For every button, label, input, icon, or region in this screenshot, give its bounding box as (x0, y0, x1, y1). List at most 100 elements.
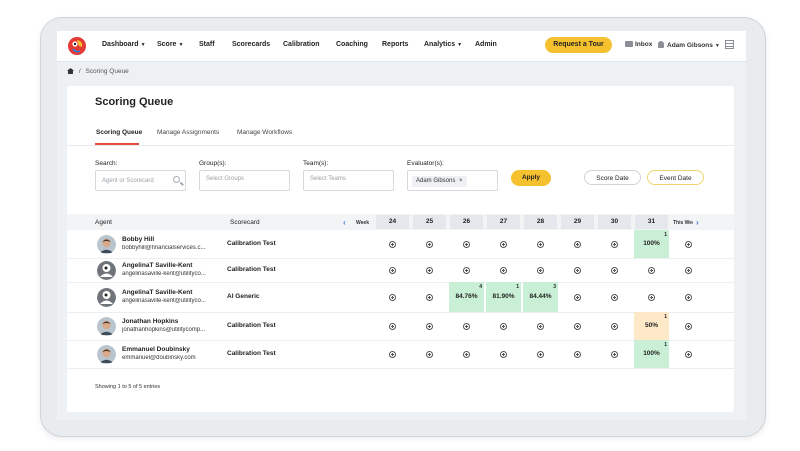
search-input[interactable]: Agent or Scorecard (95, 170, 186, 191)
add-score-icon[interactable] (463, 350, 470, 358)
avatar (97, 287, 116, 307)
add-score-icon[interactable] (574, 322, 581, 330)
day-column-header: 27 (487, 215, 520, 229)
table-row: Bobby Hill bobbyhill@financialservices.c.… (67, 230, 734, 259)
next-week-arrow-icon[interactable]: › (696, 218, 699, 227)
add-score-icon[interactable] (685, 350, 692, 358)
add-score-icon[interactable] (648, 293, 655, 301)
nav-item-label: Staff (199, 41, 215, 48)
search-label: Search: (95, 160, 118, 167)
add-score-icon[interactable] (500, 266, 507, 274)
agent-name[interactable]: Bobby Hill (122, 236, 154, 243)
agent-name[interactable]: Jonathan Hopkins (122, 318, 178, 325)
groups-select[interactable]: Select Groups (199, 170, 290, 191)
nav-item-admin[interactable]: Admin (475, 41, 497, 48)
add-score-icon[interactable] (537, 350, 544, 358)
week-label: Week (356, 220, 369, 226)
add-score-icon[interactable] (389, 240, 396, 248)
evaluator-chip: Adam Gibsons × (412, 176, 467, 187)
agent-name[interactable]: AngelinaT Saville-Kent (122, 262, 192, 269)
nav-item-scorecards[interactable]: Scorecards (232, 41, 270, 48)
add-score-icon[interactable] (611, 293, 618, 301)
score-cell[interactable]: 100% 1 (634, 230, 669, 258)
add-score-icon[interactable] (685, 266, 692, 274)
add-score-icon[interactable] (648, 266, 655, 274)
add-score-icon[interactable] (426, 266, 433, 274)
day-column-header: 25 (413, 215, 446, 229)
add-score-icon[interactable] (611, 322, 618, 330)
chevron-down-icon: ▼ (140, 42, 146, 48)
chip-remove-icon[interactable]: × (459, 178, 463, 184)
evaluation-count-badge: 1 (664, 342, 667, 348)
user-menu[interactable]: Adam Gibsons ▼ (658, 41, 720, 49)
search-icon[interactable] (173, 176, 180, 183)
nav-item-reports[interactable]: Reports (382, 41, 408, 48)
nav-item-staff[interactable]: Staff (199, 41, 215, 48)
agent-name[interactable]: Emmanuel Doubinsky (122, 346, 190, 353)
nav-item-score[interactable]: Score ▼ (157, 41, 183, 48)
nav-item-label: Dashboard (102, 41, 139, 48)
evaluation-count-badge: 3 (553, 284, 556, 290)
add-score-icon[interactable] (426, 350, 433, 358)
add-score-icon[interactable] (537, 240, 544, 248)
add-score-icon[interactable] (574, 350, 581, 358)
score-value: 81.90% (492, 293, 515, 300)
add-score-icon[interactable] (389, 322, 396, 330)
score-cell[interactable]: 84.76% 4 (449, 282, 484, 312)
evaluator-select[interactable]: Adam Gibsons × (407, 170, 498, 191)
teams-select[interactable]: Select Teams (303, 170, 394, 191)
add-score-icon[interactable] (500, 240, 507, 248)
add-score-icon[interactable] (685, 293, 692, 301)
add-score-icon[interactable] (500, 322, 507, 330)
add-score-icon[interactable] (389, 293, 396, 301)
add-score-icon[interactable] (574, 240, 581, 248)
score-cell[interactable]: 81.90% 1 (486, 282, 521, 312)
apply-button[interactable]: Apply (511, 170, 551, 186)
add-score-icon[interactable] (426, 293, 433, 301)
add-score-icon[interactable] (426, 240, 433, 248)
search-placeholder: Agent or Scorecard (102, 178, 154, 184)
add-score-icon[interactable] (463, 322, 470, 330)
tab-manage-workflows[interactable]: Manage Workflows (237, 129, 292, 136)
previous-week-arrow-icon[interactable]: ‹ (343, 218, 346, 227)
nav-item-dashboard[interactable]: Dashboard ▼ (102, 41, 146, 48)
home-icon[interactable] (67, 68, 74, 74)
tab-manage-assignments[interactable]: Manage Assignments (157, 129, 219, 136)
add-score-icon[interactable] (611, 240, 618, 248)
app-screen: Dashboard ▼ Score ▼ Staff Scorecards Calibrati… (57, 31, 746, 420)
add-score-icon[interactable] (574, 266, 581, 274)
add-score-icon[interactable] (389, 266, 396, 274)
add-score-icon[interactable] (611, 350, 618, 358)
day-column-header: 31 (635, 215, 668, 229)
add-score-icon[interactable] (685, 322, 692, 330)
add-score-icon[interactable] (537, 322, 544, 330)
parrot-logo-icon[interactable] (67, 36, 87, 56)
add-score-icon[interactable] (426, 322, 433, 330)
nav-item-analytics[interactable]: Analytics ▼ (424, 41, 462, 48)
add-score-icon[interactable] (463, 240, 470, 248)
score-cell[interactable]: 84.44% 3 (523, 282, 558, 312)
nav-item-coaching[interactable]: Coaching (336, 41, 368, 48)
inbox-link[interactable]: Inbox (625, 41, 652, 48)
day-column-header: 30 (598, 215, 631, 229)
agent-name[interactable]: AngelinaT Saville-Kent (122, 289, 192, 296)
agent-email: emmanuel@doubinsky.com (122, 354, 196, 361)
add-score-icon[interactable] (389, 350, 396, 358)
score-cell[interactable]: 100% 1 (634, 340, 669, 368)
request-tour-button[interactable]: Request a Tour (545, 37, 612, 53)
add-score-icon[interactable] (685, 240, 692, 248)
score-date-toggle[interactable]: Score Date (584, 170, 641, 185)
tab-scoring-queue[interactable]: Scoring Queue (96, 129, 142, 136)
add-score-icon[interactable] (500, 350, 507, 358)
agent-email: angelinasaville-kent@utilityco... (122, 270, 206, 277)
event-date-toggle[interactable]: Event Date (647, 170, 704, 185)
add-score-icon[interactable] (574, 293, 581, 301)
add-score-icon[interactable] (611, 266, 618, 274)
nav-item-calibration[interactable]: Calibration (283, 41, 320, 48)
agent-column-header: Agent (95, 219, 112, 226)
add-score-icon[interactable] (537, 266, 544, 274)
table-view-icon[interactable] (725, 40, 734, 49)
score-cell[interactable]: 50% 1 (634, 312, 669, 340)
add-score-icon[interactable] (463, 266, 470, 274)
scorecard-name: Calibration Test (227, 350, 276, 357)
